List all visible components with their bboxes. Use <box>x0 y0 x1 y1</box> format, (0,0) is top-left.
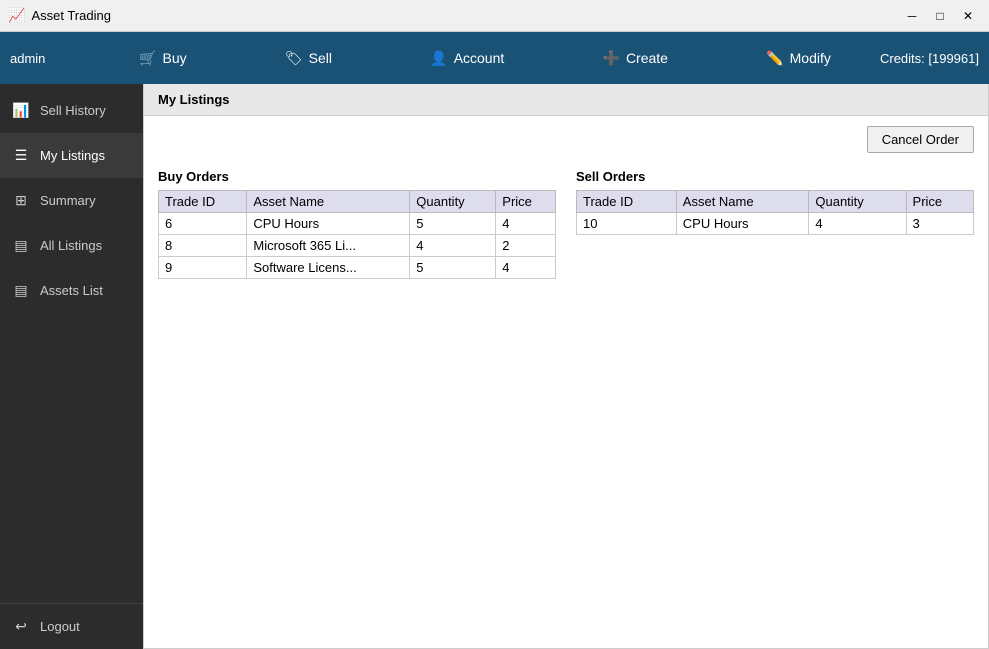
sidebar-item-summary[interactable]: ⊞ Summary <box>0 178 143 223</box>
sell-orders-section: Sell Orders Trade ID Asset Name Quantity… <box>576 169 974 279</box>
nav-create[interactable]: ➕ Create <box>591 44 680 73</box>
cell-trade-id: 8 <box>159 235 247 257</box>
buy-col-price: Price <box>496 191 556 213</box>
cell-quantity: 4 <box>809 213 906 235</box>
nav-buy-label: Buy <box>163 50 187 66</box>
cell-asset-name: Microsoft 365 Li... <box>247 235 410 257</box>
grid-icon: ⊞ <box>12 192 30 209</box>
sell-orders-table: Trade ID Asset Name Quantity Price 10 CP… <box>576 190 974 235</box>
nav-account-label: Account <box>454 50 505 66</box>
sell-orders-title: Sell Orders <box>576 169 974 184</box>
sell-col-quantity: Quantity <box>809 191 906 213</box>
nav-menu: 🛒 Buy 🏷 Sell 👤 Account ➕ Create ✏️ Modif… <box>90 44 880 73</box>
cell-quantity: 5 <box>410 213 496 235</box>
app-icon: 📈 <box>8 7 25 24</box>
nav-modify[interactable]: ✏️ Modify <box>754 44 843 73</box>
admin-label: admin <box>10 51 70 66</box>
app-title: Asset Trading <box>31 8 899 23</box>
table-row[interactable]: 9 Software Licens... 5 4 <box>159 257 556 279</box>
nav-modify-label: Modify <box>790 50 831 66</box>
buy-col-quantity: Quantity <box>410 191 496 213</box>
sidebar-item-sell-history[interactable]: 📊 Sell History <box>0 88 143 133</box>
buy-orders-title: Buy Orders <box>158 169 556 184</box>
cell-trade-id: 10 <box>577 213 677 235</box>
window-controls: ─ □ ✕ <box>899 6 981 26</box>
cancel-order-button[interactable]: Cancel Order <box>867 126 974 153</box>
buy-orders-header-row: Trade ID Asset Name Quantity Price <box>159 191 556 213</box>
sell-orders-header-row: Trade ID Asset Name Quantity Price <box>577 191 974 213</box>
maximize-button[interactable]: □ <box>927 6 953 26</box>
nav-create-label: Create <box>626 50 668 66</box>
cell-price: 2 <box>496 235 556 257</box>
sidebar-label-sell-history: Sell History <box>40 103 106 118</box>
edit-icon: ✏️ <box>766 50 783 67</box>
table-row[interactable]: 8 Microsoft 365 Li... 4 2 <box>159 235 556 257</box>
nav-sell[interactable]: 🏷 Sell <box>273 44 344 73</box>
nav-sell-label: Sell <box>309 50 332 66</box>
nav-buy[interactable]: 🛒 Buy <box>127 44 199 73</box>
nav-account[interactable]: 👤 Account <box>418 44 516 73</box>
table-icon: ▤ <box>12 237 30 254</box>
cell-asset-name: Software Licens... <box>247 257 410 279</box>
logout-icon: ↩ <box>12 618 30 635</box>
cell-asset-name: CPU Hours <box>676 213 809 235</box>
cell-asset-name: CPU Hours <box>247 213 410 235</box>
cell-trade-id: 9 <box>159 257 247 279</box>
sidebar-item-my-listings[interactable]: ☰ My Listings <box>0 133 143 178</box>
main-content: My Listings Cancel Order Buy Orders Trad… <box>143 84 989 649</box>
sidebar-item-all-listings[interactable]: ▤ All Listings <box>0 223 143 268</box>
buy-col-asset-name: Asset Name <box>247 191 410 213</box>
cell-quantity: 5 <box>410 257 496 279</box>
plus-circle-icon: ➕ <box>603 50 620 67</box>
logout-label: Logout <box>40 619 80 634</box>
tag-icon: 🏷 <box>285 50 303 67</box>
sidebar-label-all-listings: All Listings <box>40 238 102 253</box>
cell-quantity: 4 <box>410 235 496 257</box>
bar-chart-icon: 📊 <box>12 102 30 119</box>
cart-icon: 🛒 <box>139 50 156 67</box>
content-area: Cancel Order Buy Orders Trade ID Asset N… <box>144 116 988 648</box>
list-icon: ☰ <box>12 147 30 164</box>
assets-icon: ▤ <box>12 282 30 299</box>
sidebar-label-assets-list: Assets List <box>40 283 103 298</box>
sidebar-item-assets-list[interactable]: ▤ Assets List <box>0 268 143 313</box>
tables-row: Buy Orders Trade ID Asset Name Quantity … <box>158 169 974 279</box>
cell-trade-id: 6 <box>159 213 247 235</box>
sidebar: 📊 Sell History ☰ My Listings ⊞ Summary ▤… <box>0 84 143 649</box>
app-body: 📊 Sell History ☰ My Listings ⊞ Summary ▤… <box>0 84 989 649</box>
sell-col-price: Price <box>906 191 973 213</box>
cell-price: 4 <box>496 257 556 279</box>
close-button[interactable]: ✕ <box>955 6 981 26</box>
table-row[interactable]: 6 CPU Hours 5 4 <box>159 213 556 235</box>
credits-display: Credits: [199961] <box>880 51 979 66</box>
buy-orders-section: Buy Orders Trade ID Asset Name Quantity … <box>158 169 556 279</box>
table-row[interactable]: 10 CPU Hours 4 3 <box>577 213 974 235</box>
title-bar: 📈 Asset Trading ─ □ ✕ <box>0 0 989 32</box>
sidebar-label-summary: Summary <box>40 193 96 208</box>
buy-col-trade-id: Trade ID <box>159 191 247 213</box>
page-title: My Listings <box>144 84 988 116</box>
cell-price: 3 <box>906 213 973 235</box>
cell-price: 4 <box>496 213 556 235</box>
sell-col-asset-name: Asset Name <box>676 191 809 213</box>
logout-button[interactable]: ↩ Logout <box>0 603 143 649</box>
account-icon: 👤 <box>430 50 447 67</box>
minimize-button[interactable]: ─ <box>899 6 925 26</box>
sell-col-trade-id: Trade ID <box>577 191 677 213</box>
buy-orders-table: Trade ID Asset Name Quantity Price 6 CPU… <box>158 190 556 279</box>
sidebar-label-my-listings: My Listings <box>40 148 105 163</box>
cancel-btn-row: Cancel Order <box>158 126 974 153</box>
top-nav: admin 🛒 Buy 🏷 Sell 👤 Account ➕ Create ✏️… <box>0 32 989 84</box>
